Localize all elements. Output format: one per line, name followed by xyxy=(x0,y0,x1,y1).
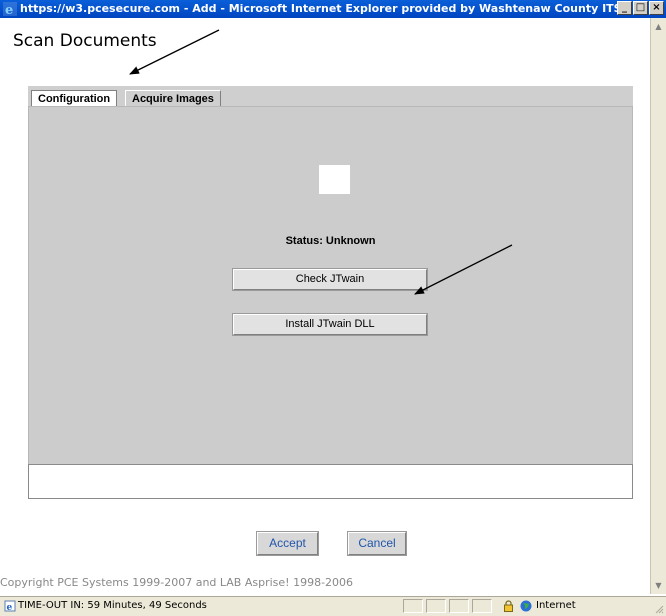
status-segment xyxy=(403,599,423,613)
message-box xyxy=(28,464,633,499)
status-segment xyxy=(472,599,492,613)
status-bar: e TIME-OUT IN: 59 Minutes, 49 Seconds In… xyxy=(0,596,666,616)
tab-acquire-images[interactable]: Acquire Images xyxy=(125,90,221,106)
globe-icon xyxy=(520,600,532,612)
preview-box xyxy=(319,165,350,194)
scroll-up-icon[interactable]: ▲ xyxy=(653,21,664,32)
check-jtwain-button[interactable]: Check JTwain xyxy=(232,268,428,291)
resize-grip-icon[interactable] xyxy=(654,604,664,614)
maximize-button[interactable]: □ xyxy=(633,1,648,15)
page-title: Scan Documents xyxy=(13,31,157,51)
svg-text:e: e xyxy=(7,603,13,612)
close-button[interactable]: × xyxy=(649,1,664,15)
lock-icon[interactable] xyxy=(503,600,514,612)
tab-strip: Configuration Acquire Images xyxy=(28,86,633,106)
status-segment xyxy=(449,599,469,613)
scroll-down-icon[interactable]: ▼ xyxy=(653,580,664,591)
timeout-text: TIME-OUT IN: 59 Minutes, 49 Seconds xyxy=(18,600,207,611)
configuration-panel: Status: Unknown Check JTwain Install JTw… xyxy=(28,106,633,468)
ie-icon: e xyxy=(3,2,17,16)
accept-button[interactable]: Accept xyxy=(256,531,319,556)
install-jtwain-dll-button[interactable]: Install JTwain DLL xyxy=(232,313,428,336)
window-title: https://w3.pcesecure.com - Add - Microso… xyxy=(20,2,622,15)
status-text: Status: Unknown xyxy=(285,235,376,247)
copyright-text: Copyright PCE Systems 1999-2007 and LAB … xyxy=(0,576,354,589)
svg-text:e: e xyxy=(5,3,13,16)
window-controls: _ □ × xyxy=(617,1,664,15)
cancel-button[interactable]: Cancel xyxy=(347,531,407,556)
window-titlebar[interactable]: e https://w3.pcesecure.com - Add - Micro… xyxy=(0,0,666,18)
status-segment xyxy=(426,599,446,613)
minimize-button[interactable]: _ xyxy=(617,1,632,15)
vertical-scrollbar[interactable]: ▲ ▼ xyxy=(650,18,666,594)
page-icon: e xyxy=(4,600,16,612)
security-zone-text: Internet xyxy=(536,600,576,611)
tab-configuration[interactable]: Configuration xyxy=(31,90,118,106)
page-content: Scan Documents Configuration Acquire Ima… xyxy=(0,18,650,594)
